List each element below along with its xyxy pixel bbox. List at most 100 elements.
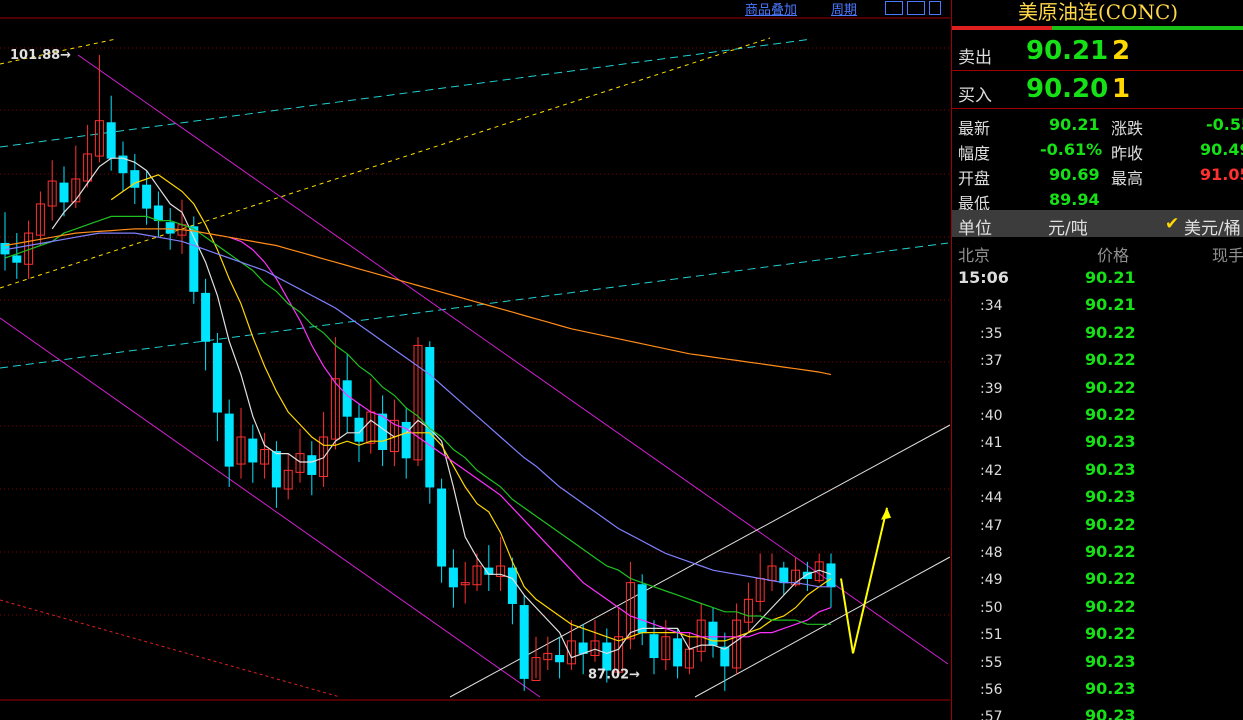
candle-body [224,413,234,467]
high-label: 最高 [1111,169,1144,188]
candle-body [720,646,730,667]
next-arrow-icon[interactable] [907,1,925,15]
check-icon: ✔ [1165,214,1180,234]
tick-price: 90.23 [1085,651,1136,671]
tick-time: :47 [980,517,1003,534]
latest-value: 90.21 [1049,115,1100,134]
tick-row: :37 90.22 [952,348,1243,375]
trendline [0,242,949,369]
unit-alt[interactable]: 美元/桶 [1184,214,1241,239]
tick-row: :34 90.21 [952,293,1243,320]
col-time: 北京 [958,246,991,265]
tick-price: 90.23 [1085,679,1136,698]
tick-row: 15:06 90.21 [952,266,1243,293]
unit-value[interactable]: 元/吨 [1048,214,1088,239]
tick-time: :49 [980,572,1003,589]
candle-body [12,255,22,263]
candle-body [165,222,175,234]
candle-body [142,184,152,209]
symbol-title: 美原油连(CONC) [1017,0,1179,24]
candle-body [106,122,116,159]
tick-price: 90.22 [1085,624,1136,644]
candle-body [448,567,458,588]
price-labels: 101.88→ 87.02→ [10,48,640,682]
tick-time: :39 [980,380,1003,397]
prev-arrow-icon[interactable] [885,1,903,15]
tick-time: :50 [980,599,1003,616]
candle-body [342,380,352,417]
tick-time: :34 [980,298,1003,315]
candle-body [307,455,317,475]
amplitude-label: 幅度 [958,144,991,163]
tick-price: 90.23 [1085,432,1136,452]
trendline [694,556,950,698]
candle-body [519,605,529,679]
col-price: 价格 [1097,246,1130,265]
tick-time: :56 [980,682,1003,698]
tick-price: 90.23 [1085,459,1136,479]
tick-row: :39 90.22 [952,376,1243,403]
candle-body [649,634,659,659]
tick-time: :40 [980,408,1003,424]
title-bar-green [1052,26,1243,30]
tick-time: :41 [980,435,1003,452]
open-label: 开盘 [958,169,991,188]
open-value: 90.69 [1049,165,1100,184]
ask-price: 90.21 [1026,36,1109,66]
change-value: -0.55 [1206,115,1243,134]
expand-icon[interactable] [929,1,941,15]
candle-body [271,451,281,488]
trendline [0,38,813,148]
period-link[interactable]: 周期 [831,0,857,18]
price-annotation: 87.02→ [588,667,640,682]
amplitude-value: -0.61% [1040,140,1103,159]
unit-bar: 单位 元/吨 ✔ 美元/桶 [952,210,1243,239]
candle-body [212,342,222,413]
bid-row: 买入 90.20 1 [952,72,1243,109]
tick-row: :50 90.22 [952,595,1243,622]
tick-price: 90.23 [1085,487,1136,507]
tick-time: :48 [980,545,1003,561]
candle-body [826,563,836,588]
candle-body [201,292,211,342]
candle-body [673,638,683,667]
tick-time: :51 [980,627,1003,644]
trendline [0,317,541,698]
tick-time: :44 [980,490,1003,507]
up-arrow-icon [852,507,888,654]
quote-panel: 美原油连(CONC) 卖出 90.21 2 买入 90.20 1 最新 90.2… [951,0,1243,720]
bid-price: 90.20 [1026,74,1109,104]
prev-close-value: 90.49 [1200,140,1243,159]
tick-row: :44 90.23 [952,485,1243,512]
bid-volume: 1 [1112,74,1131,104]
chart-grid [0,17,950,701]
tick-price: 90.22 [1085,377,1136,397]
prev-close-label: 昨收 [1111,144,1144,163]
ask-row: 卖出 90.21 2 [952,34,1243,71]
candle-body [425,347,435,488]
ask-volume: 2 [1112,36,1131,66]
tick-price: 90.22 [1085,514,1136,534]
candle-body [779,567,789,584]
low-value: 89.94 [1049,190,1100,209]
ask-label: 卖出 [958,48,992,68]
candle-body [507,567,517,604]
tick-time: :37 [980,353,1003,370]
candle-body [248,438,258,463]
tick-row: :51 90.22 [952,622,1243,649]
candle-body [602,642,612,671]
price-chart[interactable]: 101.88→ 87.02→ [0,0,950,720]
latest-label: 最新 [958,119,991,138]
trendlines [0,37,950,698]
candle-body [59,182,69,203]
title-bar-red [952,26,1052,30]
tick-row: :48 90.22 [952,540,1243,567]
overlay-link[interactable]: 商品叠加 [745,0,797,18]
tick-price: 90.21 [1085,268,1136,287]
tick-price: 90.22 [1085,569,1136,589]
tick-time: 15:06 [958,268,1009,287]
price-annotation: 101.88→ [10,48,71,63]
tick-row: :57 90.23 [952,704,1243,720]
tick-price: 90.22 [1085,405,1136,424]
col-volume: 现手 [1212,246,1243,265]
